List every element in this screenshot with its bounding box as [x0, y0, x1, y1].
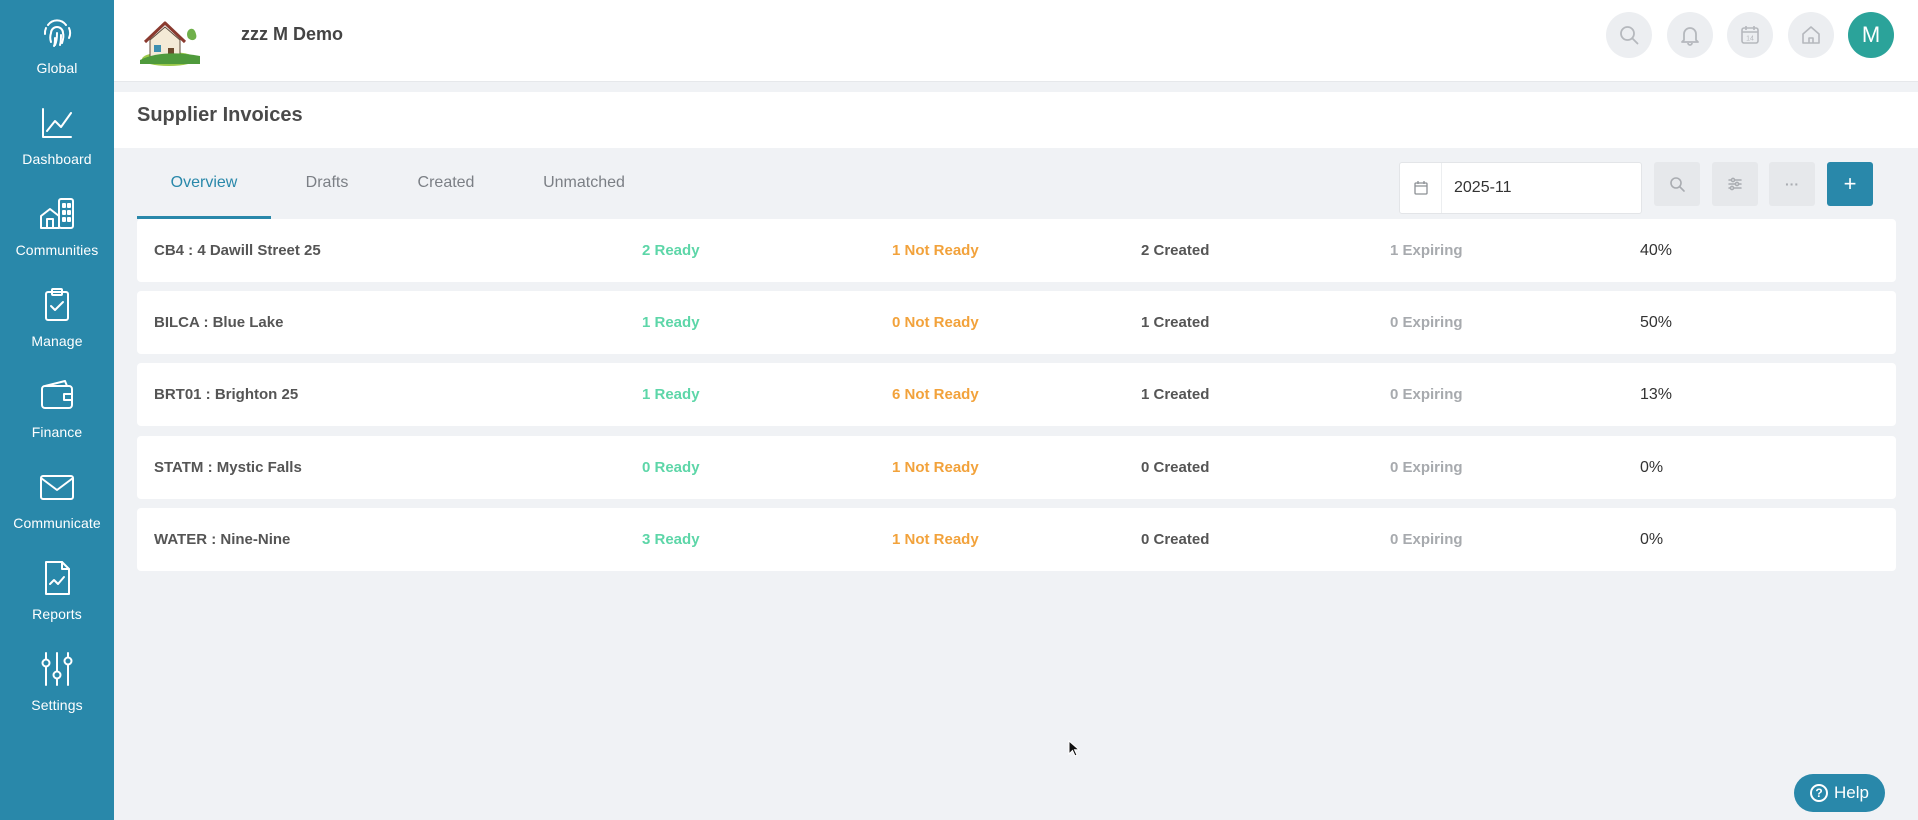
buildings-icon — [40, 198, 74, 229]
filter-button[interactable] — [1712, 162, 1758, 206]
calendar-icon — [1413, 181, 1428, 195]
ready-count: 1 Ready — [642, 386, 700, 403]
sidebar-item-label: Global — [36, 60, 78, 76]
sidebar: Global Dashboard Communities Manage Fina… — [0, 0, 114, 820]
not-ready-count: 6 Not Ready — [892, 386, 979, 403]
table-row[interactable]: CB4 : 4 Dawill Street 25 2 Ready 1 Not R… — [137, 219, 1896, 282]
company-logo[interactable] — [138, 12, 204, 68]
sidebar-item-communities[interactable]: Communities — [0, 186, 114, 266]
created-count: 1 Created — [1141, 386, 1210, 403]
help-question-icon: ? — [1810, 784, 1829, 802]
created-count: 0 Created — [1141, 531, 1210, 548]
organization-name: zzz M Demo — [241, 24, 344, 44]
completion-percent: 50% — [1640, 314, 1673, 331]
period-calendar-button[interactable] — [1400, 163, 1442, 213]
calendar-day: 14 — [1746, 36, 1754, 43]
page-title: Supplier Invoices — [137, 104, 303, 126]
sidebar-item-label: Reports — [32, 606, 82, 622]
tab-overview[interactable]: Overview — [137, 163, 271, 219]
bell-icon — [1681, 27, 1699, 46]
community-name: BILCA : Blue Lake — [154, 314, 284, 331]
community-name: STATM : Mystic Falls — [154, 459, 302, 476]
sliders-icon — [41, 652, 73, 686]
sidebar-item-label: Communicate — [13, 515, 101, 531]
not-ready-count: 1 Not Ready — [892, 531, 979, 548]
filter-sliders-icon — [1728, 177, 1742, 191]
not-ready-count: 1 Not Ready — [892, 242, 979, 259]
line-chart-icon — [42, 108, 72, 138]
completion-percent: 0% — [1640, 531, 1664, 548]
fingerprint-icon — [43, 19, 72, 47]
ready-count: 1 Ready — [642, 314, 700, 331]
community-name: CB4 : 4 Dawill Street 25 — [154, 242, 321, 259]
expiring-count: 0 Expiring — [1390, 314, 1463, 331]
sidebar-item-manage[interactable]: Manage — [0, 277, 114, 357]
calendar-icon: 14 — [1741, 26, 1759, 44]
table-row[interactable]: BRT01 : Brighton 25 1 Ready 6 Not Ready … — [137, 363, 1896, 426]
sidebar-item-reports[interactable]: Reports — [0, 550, 114, 630]
ready-count: 3 Ready — [642, 531, 700, 548]
calendar-button[interactable]: 14 — [1727, 12, 1773, 58]
search-icon — [1670, 177, 1685, 192]
table-row[interactable]: BILCA : Blue Lake 1 Ready 0 Not Ready 1 … — [137, 291, 1896, 354]
page-title-bar: Supplier Invoices — [114, 92, 1918, 148]
sidebar-item-label: Communities — [15, 242, 99, 258]
period-picker[interactable] — [1399, 162, 1642, 214]
ready-count: 2 Ready — [642, 242, 700, 259]
top-header: zzz M Demo 14 M — [114, 0, 1918, 82]
mouse-cursor-icon — [1068, 740, 1081, 757]
wallet-icon — [41, 380, 73, 409]
home-icon — [1802, 26, 1820, 44]
sidebar-item-settings[interactable]: Settings — [0, 641, 114, 721]
tab-unmatched[interactable]: Unmatched — [527, 163, 641, 219]
expiring-count: 0 Expiring — [1390, 531, 1463, 548]
user-avatar[interactable]: M — [1848, 12, 1894, 58]
ready-count: 0 Ready — [642, 459, 700, 476]
completion-percent: 13% — [1640, 386, 1673, 403]
notifications-button[interactable] — [1667, 12, 1713, 58]
sidebar-item-communicate[interactable]: Communicate — [0, 459, 114, 539]
community-name: WATER : Nine-Nine — [154, 531, 291, 548]
tab-drafts[interactable]: Drafts — [271, 163, 383, 219]
report-document-icon — [45, 561, 70, 595]
not-ready-count: 0 Not Ready — [892, 314, 979, 331]
created-count: 1 Created — [1141, 314, 1210, 331]
not-ready-count: 1 Not Ready — [892, 459, 979, 476]
help-label: Help — [1834, 783, 1869, 802]
help-button[interactable]: ? Help — [1794, 774, 1885, 812]
sidebar-item-finance[interactable]: Finance — [0, 368, 114, 448]
period-input[interactable] — [1442, 163, 1640, 213]
table-row[interactable]: WATER : Nine-Nine 3 Ready 1 Not Ready 0 … — [137, 508, 1896, 571]
sidebar-item-global[interactable]: Global — [0, 4, 114, 84]
home-button[interactable] — [1788, 12, 1834, 58]
sidebar-item-dashboard[interactable]: Dashboard — [0, 95, 114, 175]
more-options-button[interactable]: ··· — [1769, 162, 1815, 206]
sidebar-item-label: Manage — [31, 333, 83, 349]
created-count: 0 Created — [1141, 459, 1210, 476]
created-count: 2 Created — [1141, 242, 1210, 259]
sidebar-item-label: Finance — [31, 424, 83, 440]
sidebar-item-label: Settings — [31, 697, 83, 713]
envelope-icon — [40, 475, 74, 500]
expiring-count: 0 Expiring — [1390, 459, 1463, 476]
completion-percent: 40% — [1640, 242, 1673, 259]
tab-created[interactable]: Created — [391, 163, 501, 219]
table-row[interactable]: STATM : Mystic Falls 0 Ready 1 Not Ready… — [137, 436, 1896, 499]
search-icon — [1620, 26, 1639, 45]
community-name: BRT01 : Brighton 25 — [154, 386, 299, 403]
header-search-button[interactable] — [1606, 12, 1652, 58]
sidebar-item-label: Dashboard — [22, 151, 92, 167]
clipboard-check-icon — [45, 288, 69, 321]
search-button[interactable] — [1654, 162, 1700, 206]
add-invoice-button[interactable]: + — [1827, 162, 1873, 206]
expiring-count: 1 Expiring — [1390, 242, 1463, 259]
expiring-count: 0 Expiring — [1390, 386, 1463, 403]
completion-percent: 0% — [1640, 459, 1664, 476]
